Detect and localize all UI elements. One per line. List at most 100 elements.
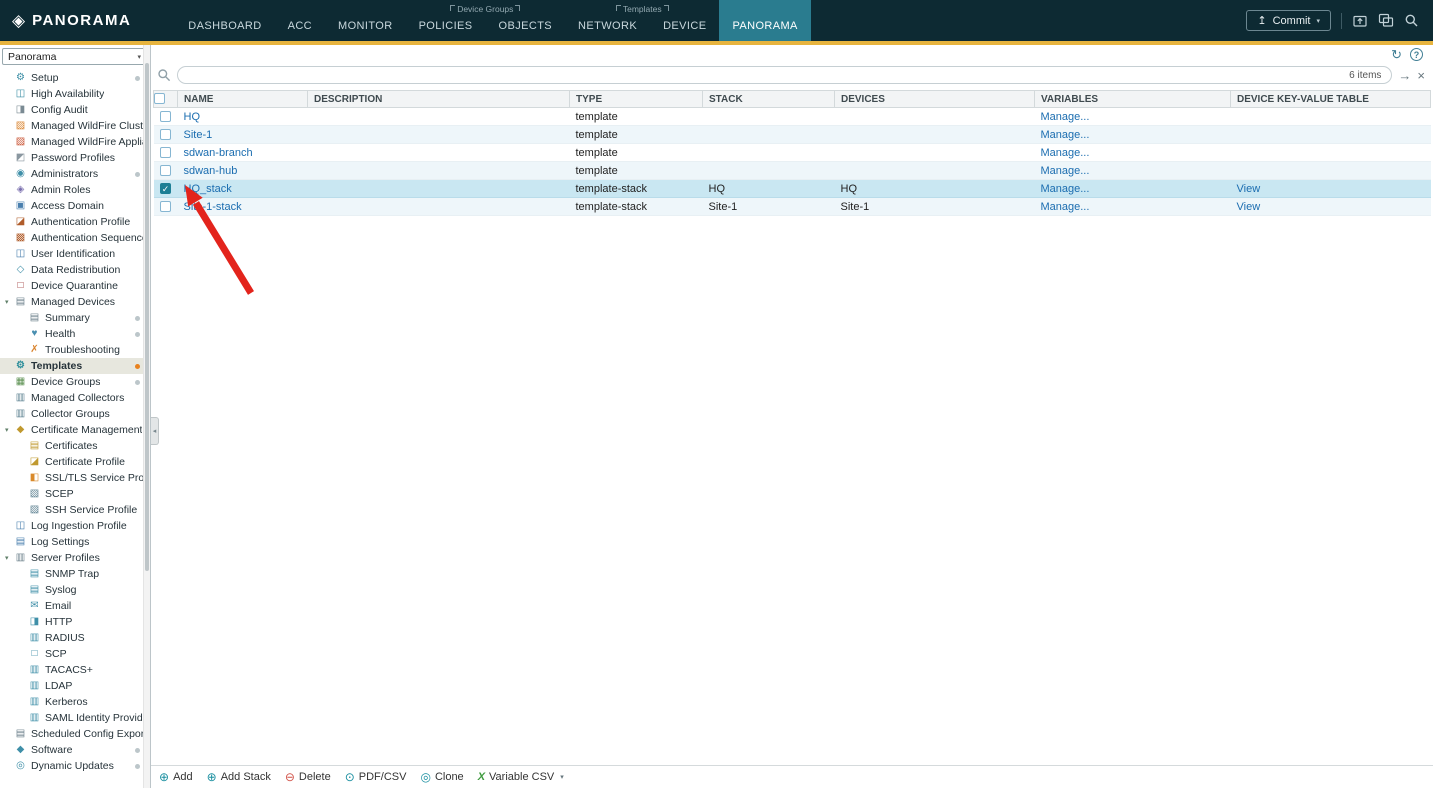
task-manager-icon[interactable] [1378, 13, 1394, 28]
sidebar-item-scep[interactable]: ▧ SCEP [0, 486, 150, 502]
tab-dashboard[interactable]: DASHBOARD [175, 0, 274, 41]
table-row[interactable]: sdwan-hub template Manage... [153, 161, 1431, 180]
col-stack[interactable]: STACK [702, 90, 835, 108]
variables-link[interactable]: Manage... [1041, 165, 1090, 177]
variables-link[interactable]: Manage... [1041, 183, 1090, 195]
global-find-icon[interactable] [1404, 13, 1419, 28]
name-link[interactable]: Site-1-stack [184, 201, 242, 213]
sidebar-item-tacacs[interactable]: ▥ TACACS+ [0, 662, 150, 678]
clone-button[interactable]: ◎ Clone [420, 771, 463, 783]
context-selector[interactable]: Panorama ▾ [2, 48, 147, 65]
col-device-key-value-table[interactable]: DEVICE KEY-VALUE TABLE [1230, 90, 1431, 108]
add-button[interactable]: ⊕ Add [159, 771, 193, 783]
name-link[interactable]: Site-1 [184, 129, 213, 141]
tab-objects[interactable]: OBJECTS [486, 20, 566, 41]
tab-acc[interactable]: ACC [275, 0, 325, 41]
delete-button[interactable]: ⊖ Delete [285, 771, 331, 783]
pdf-csv-button[interactable]: ⊙ PDF/CSV [345, 771, 407, 783]
apply-filter-icon[interactable]: → [1398, 69, 1411, 82]
save-config-icon[interactable] [1352, 13, 1368, 28]
col-name[interactable]: NAME [177, 90, 308, 108]
variables-link[interactable]: Manage... [1041, 147, 1090, 159]
sidebar-item-managed-wildfire-appliance[interactable]: ▨ Managed WildFire Appliance [0, 134, 150, 150]
sidebar-item-managed-wildfire-clusters[interactable]: ▨ Managed WildFire Clusters [0, 118, 150, 134]
table-row[interactable]: Site-1-stack template-stack Site-1 Site-1 Ma… [153, 197, 1431, 216]
sidebar-item-log-settings[interactable]: ▤ Log Settings [0, 534, 150, 550]
sidebar-item-templates[interactable]: ⚙ Templates [0, 358, 150, 374]
name-link[interactable]: HQ_stack [184, 183, 232, 195]
sidebar-item-authentication-sequence[interactable]: ▩ Authentication Sequence [0, 230, 150, 246]
tab-monitor[interactable]: MONITOR [325, 0, 406, 41]
sidebar-item-certificate-management[interactable]: ▾ ◆ Certificate Management [0, 422, 150, 438]
sidebar-item-radius[interactable]: ▥ RADIUS [0, 630, 150, 646]
sidebar-item-collector-groups[interactable]: ▥ Collector Groups [0, 406, 150, 422]
row-checkbox[interactable] [160, 129, 171, 141]
row-checkbox[interactable] [160, 111, 171, 123]
col-description[interactable]: DESCRIPTION [307, 90, 570, 108]
sidebar-item-user-identification[interactable]: ◫ User Identification [0, 246, 150, 262]
variables-link[interactable]: Manage... [1041, 129, 1090, 141]
clear-filter-icon[interactable]: × [1417, 69, 1425, 82]
add-stack-button[interactable]: ⊕ Add Stack [207, 771, 271, 783]
sidebar-item-ssl-tls-service-profile[interactable]: ◧ SSL/TLS Service Profile [0, 470, 150, 486]
table-row[interactable]: HQ template Manage... [153, 107, 1431, 126]
tab-panorama[interactable]: PANORAMA [719, 0, 811, 41]
row-checkbox[interactable] [160, 201, 171, 213]
sidebar-item-scp[interactable]: □ SCP [0, 646, 150, 662]
row-checkbox[interactable]: ✓ [160, 183, 171, 195]
table-row[interactable]: ✓ HQ_stack template-stack HQ HQ Manage... View [153, 179, 1431, 198]
sidebar-item-scheduled-config-export[interactable]: ▤ Scheduled Config Export [0, 726, 150, 742]
sidebar-item-authentication-profile[interactable]: ◪ Authentication Profile [0, 214, 150, 230]
sidebar-item-password-profiles[interactable]: ◩ Password Profiles [0, 150, 150, 166]
sidebar-item-ssh-service-profile[interactable]: ▨ SSH Service Profile [0, 502, 150, 518]
col-devices[interactable]: DEVICES [834, 90, 1035, 108]
sidebar-item-troubleshooting[interactable]: ✗ Troubleshooting [0, 342, 150, 358]
sidebar-item-summary[interactable]: ▤ Summary [0, 310, 150, 326]
sidebar-item-administrators[interactable]: ◉ Administrators [0, 166, 150, 182]
sidebar-item-dynamic-updates[interactable]: ◎ Dynamic Updates [0, 758, 150, 774]
sidebar-item-snmp-trap[interactable]: ▤ SNMP Trap [0, 566, 150, 582]
sidebar-item-saml-identity-provider[interactable]: ▥ SAML Identity Provider [0, 710, 150, 726]
tree-expand-caret-icon[interactable]: ▾ [5, 298, 14, 306]
scrollbar-thumb[interactable] [145, 63, 149, 571]
sidebar-item-managed-collectors[interactable]: ▥ Managed Collectors [0, 390, 150, 406]
col-type[interactable]: TYPE [569, 90, 703, 108]
sidebar-item-setup[interactable]: ⚙ Setup [0, 70, 150, 86]
commit-button[interactable]: ↥ Commit ▾ [1246, 10, 1331, 31]
tab-device[interactable]: DEVICE [650, 20, 719, 41]
sidebar-item-health[interactable]: ♥ Health [0, 326, 150, 342]
select-all-checkbox[interactable] [154, 93, 165, 105]
sidebar-item-software[interactable]: ◆ Software [0, 742, 150, 758]
tab-network[interactable]: NETWORK [565, 20, 650, 41]
table-row[interactable]: Site-1 template Manage... [153, 125, 1431, 144]
sidebar-scrollbar[interactable] [143, 45, 150, 788]
sidebar-item-managed-devices[interactable]: ▾ ▤ Managed Devices [0, 294, 150, 310]
row-checkbox[interactable] [160, 147, 171, 159]
sidebar-item-certificate-profile[interactable]: ◪ Certificate Profile [0, 454, 150, 470]
variable-csv-button[interactable]: X Variable CSV ▾ [478, 771, 564, 783]
sidebar-item-device-groups[interactable]: ▦ Device Groups [0, 374, 150, 390]
sidebar-item-device-quarantine[interactable]: □ Device Quarantine [0, 278, 150, 294]
name-link[interactable]: HQ [184, 111, 201, 123]
sidebar-item-admin-roles[interactable]: ◈ Admin Roles [0, 182, 150, 198]
kv-link[interactable]: View [1237, 201, 1261, 213]
name-link[interactable]: sdwan-hub [184, 165, 238, 177]
kv-link[interactable]: View [1237, 183, 1261, 195]
help-icon[interactable]: ? [1410, 48, 1423, 61]
refresh-icon[interactable]: ↻ [1391, 47, 1402, 63]
variables-link[interactable]: Manage... [1041, 201, 1090, 213]
table-row[interactable]: sdwan-branch template Manage... [153, 143, 1431, 162]
name-link[interactable]: sdwan-branch [184, 147, 253, 159]
sidebar-item-syslog[interactable]: ▤ Syslog [0, 582, 150, 598]
col-variables[interactable]: VARIABLES [1034, 90, 1231, 108]
sidebar-item-log-ingestion-profile[interactable]: ◫ Log Ingestion Profile [0, 518, 150, 534]
sidebar-item-high-availability[interactable]: ◫ High Availability [0, 86, 150, 102]
search-input-pill[interactable]: 6 items [177, 66, 1393, 84]
sidebar-item-config-audit[interactable]: ◨ Config Audit [0, 102, 150, 118]
sidebar-collapse-handle[interactable]: ◂ [151, 417, 159, 445]
row-checkbox[interactable] [160, 165, 171, 177]
sidebar-item-ldap[interactable]: ▥ LDAP [0, 678, 150, 694]
sidebar-item-http[interactable]: ◨ HTTP [0, 614, 150, 630]
tree-expand-caret-icon[interactable]: ▾ [5, 426, 14, 434]
search-input[interactable] [188, 68, 1350, 82]
